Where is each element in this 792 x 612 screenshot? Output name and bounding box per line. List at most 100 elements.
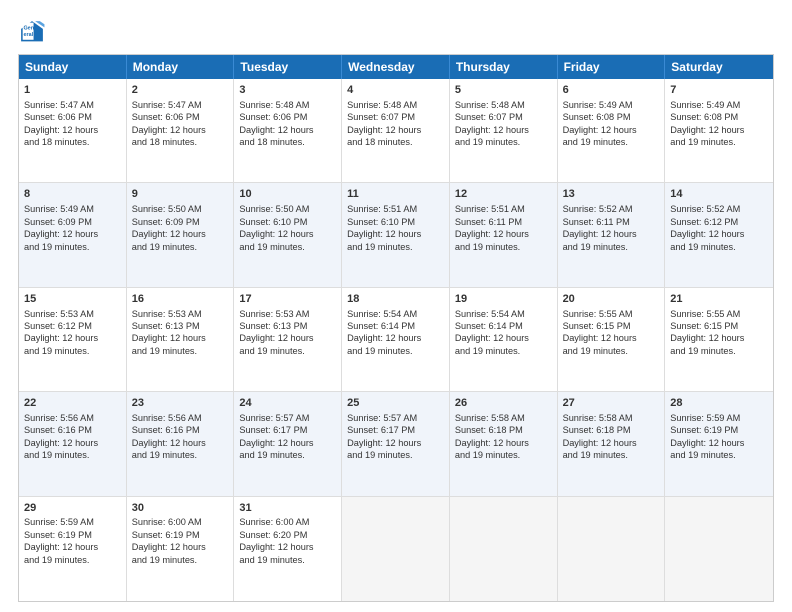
calendar-body: 1Sunrise: 5:47 AMSunset: 6:06 PMDaylight… xyxy=(19,79,773,601)
day-info: Sunrise: 5:48 AM xyxy=(455,99,552,111)
calendar-cell: 23Sunrise: 5:56 AMSunset: 6:16 PMDayligh… xyxy=(127,392,235,495)
calendar-cell: 13Sunrise: 5:52 AMSunset: 6:11 PMDayligh… xyxy=(558,183,666,286)
day-info: Sunset: 6:09 PM xyxy=(132,216,229,228)
day-info: Sunset: 6:06 PM xyxy=(24,111,121,123)
calendar-cell: 1Sunrise: 5:47 AMSunset: 6:06 PMDaylight… xyxy=(19,79,127,182)
day-info: Sunrise: 5:49 AM xyxy=(670,99,768,111)
day-info: Sunset: 6:20 PM xyxy=(239,529,336,541)
calendar-cell: 11Sunrise: 5:51 AMSunset: 6:10 PMDayligh… xyxy=(342,183,450,286)
day-info: and 19 minutes. xyxy=(455,241,552,253)
day-number: 19 xyxy=(455,292,552,307)
day-info: Sunrise: 5:56 AM xyxy=(132,412,229,424)
calendar-cell: 12Sunrise: 5:51 AMSunset: 6:11 PMDayligh… xyxy=(450,183,558,286)
day-info: and 19 minutes. xyxy=(132,241,229,253)
day-info: Daylight: 12 hours xyxy=(132,541,229,553)
day-info: Sunrise: 5:57 AM xyxy=(239,412,336,424)
day-info: and 19 minutes. xyxy=(563,241,660,253)
day-info: Daylight: 12 hours xyxy=(563,437,660,449)
day-info: Daylight: 12 hours xyxy=(239,437,336,449)
svg-text:eral: eral xyxy=(23,32,33,38)
day-info: Sunset: 6:15 PM xyxy=(563,320,660,332)
calendar-cell: 20Sunrise: 5:55 AMSunset: 6:15 PMDayligh… xyxy=(558,288,666,391)
calendar-cell: 2Sunrise: 5:47 AMSunset: 6:06 PMDaylight… xyxy=(127,79,235,182)
day-info: Daylight: 12 hours xyxy=(563,332,660,344)
calendar-cell: 14Sunrise: 5:52 AMSunset: 6:12 PMDayligh… xyxy=(665,183,773,286)
day-info: Sunrise: 5:55 AM xyxy=(670,308,768,320)
day-info: Sunrise: 5:55 AM xyxy=(563,308,660,320)
calendar-cell: 24Sunrise: 5:57 AMSunset: 6:17 PMDayligh… xyxy=(234,392,342,495)
calendar-row: 29Sunrise: 5:59 AMSunset: 6:19 PMDayligh… xyxy=(19,497,773,601)
day-number: 1 xyxy=(24,83,121,98)
calendar-header: SundayMondayTuesdayWednesdayThursdayFrid… xyxy=(19,55,773,79)
logo: Gen eral xyxy=(18,18,50,46)
day-info: Sunset: 6:14 PM xyxy=(347,320,444,332)
day-info: Daylight: 12 hours xyxy=(24,437,121,449)
day-number: 31 xyxy=(239,501,336,516)
day-info: and 18 minutes. xyxy=(132,136,229,148)
day-info: Sunset: 6:12 PM xyxy=(670,216,768,228)
day-info: and 19 minutes. xyxy=(670,449,768,461)
calendar-cell: 18Sunrise: 5:54 AMSunset: 6:14 PMDayligh… xyxy=(342,288,450,391)
day-info: Daylight: 12 hours xyxy=(455,332,552,344)
day-number: 17 xyxy=(239,292,336,307)
calendar-cell: 3Sunrise: 5:48 AMSunset: 6:06 PMDaylight… xyxy=(234,79,342,182)
day-info: and 19 minutes. xyxy=(132,345,229,357)
day-info: Daylight: 12 hours xyxy=(563,124,660,136)
day-info: Sunrise: 5:52 AM xyxy=(563,203,660,215)
day-info: and 19 minutes. xyxy=(563,449,660,461)
top-row: Gen eral xyxy=(18,18,774,46)
day-info: and 18 minutes. xyxy=(239,136,336,148)
day-info: Sunrise: 5:58 AM xyxy=(563,412,660,424)
calendar-cell xyxy=(342,497,450,601)
day-info: Daylight: 12 hours xyxy=(670,332,768,344)
svg-text:Gen: Gen xyxy=(23,26,34,32)
day-info: Sunrise: 5:58 AM xyxy=(455,412,552,424)
calendar-cell: 19Sunrise: 5:54 AMSunset: 6:14 PMDayligh… xyxy=(450,288,558,391)
day-info: and 19 minutes. xyxy=(563,136,660,148)
day-info: Sunrise: 5:50 AM xyxy=(132,203,229,215)
day-info: Sunset: 6:07 PM xyxy=(347,111,444,123)
logo-icon: Gen eral xyxy=(18,18,46,46)
day-info: Daylight: 12 hours xyxy=(347,332,444,344)
day-info: and 19 minutes. xyxy=(24,449,121,461)
day-number: 20 xyxy=(563,292,660,307)
calendar-cell: 22Sunrise: 5:56 AMSunset: 6:16 PMDayligh… xyxy=(19,392,127,495)
day-info: and 19 minutes. xyxy=(670,241,768,253)
day-number: 4 xyxy=(347,83,444,98)
day-number: 23 xyxy=(132,396,229,411)
day-number: 2 xyxy=(132,83,229,98)
day-number: 11 xyxy=(347,187,444,202)
day-info: and 19 minutes. xyxy=(24,345,121,357)
day-info: Sunrise: 5:48 AM xyxy=(239,99,336,111)
weekday-header: Wednesday xyxy=(342,55,450,79)
day-number: 30 xyxy=(132,501,229,516)
day-info: Sunset: 6:13 PM xyxy=(132,320,229,332)
weekday-header: Sunday xyxy=(19,55,127,79)
calendar-cell: 5Sunrise: 5:48 AMSunset: 6:07 PMDaylight… xyxy=(450,79,558,182)
day-info: Sunset: 6:15 PM xyxy=(670,320,768,332)
day-info: Sunrise: 6:00 AM xyxy=(239,516,336,528)
day-info: and 18 minutes. xyxy=(347,136,444,148)
day-number: 13 xyxy=(563,187,660,202)
calendar-cell: 31Sunrise: 6:00 AMSunset: 6:20 PMDayligh… xyxy=(234,497,342,601)
day-number: 3 xyxy=(239,83,336,98)
day-number: 12 xyxy=(455,187,552,202)
day-info: Sunset: 6:18 PM xyxy=(563,424,660,436)
calendar-cell: 16Sunrise: 5:53 AMSunset: 6:13 PMDayligh… xyxy=(127,288,235,391)
day-info: Sunset: 6:16 PM xyxy=(132,424,229,436)
calendar: SundayMondayTuesdayWednesdayThursdayFrid… xyxy=(18,54,774,602)
day-number: 5 xyxy=(455,83,552,98)
day-number: 24 xyxy=(239,396,336,411)
day-number: 28 xyxy=(670,396,768,411)
calendar-row: 22Sunrise: 5:56 AMSunset: 6:16 PMDayligh… xyxy=(19,392,773,496)
day-info: and 19 minutes. xyxy=(455,345,552,357)
day-info: Daylight: 12 hours xyxy=(132,124,229,136)
day-info: Daylight: 12 hours xyxy=(239,228,336,240)
day-info: Daylight: 12 hours xyxy=(670,124,768,136)
weekday-header: Thursday xyxy=(450,55,558,79)
page: Gen eral SundayMondayTuesdayWednesdayThu… xyxy=(0,0,792,612)
day-info: Sunrise: 5:49 AM xyxy=(24,203,121,215)
day-info: Sunrise: 5:51 AM xyxy=(347,203,444,215)
day-info: Sunrise: 5:57 AM xyxy=(347,412,444,424)
calendar-cell: 10Sunrise: 5:50 AMSunset: 6:10 PMDayligh… xyxy=(234,183,342,286)
